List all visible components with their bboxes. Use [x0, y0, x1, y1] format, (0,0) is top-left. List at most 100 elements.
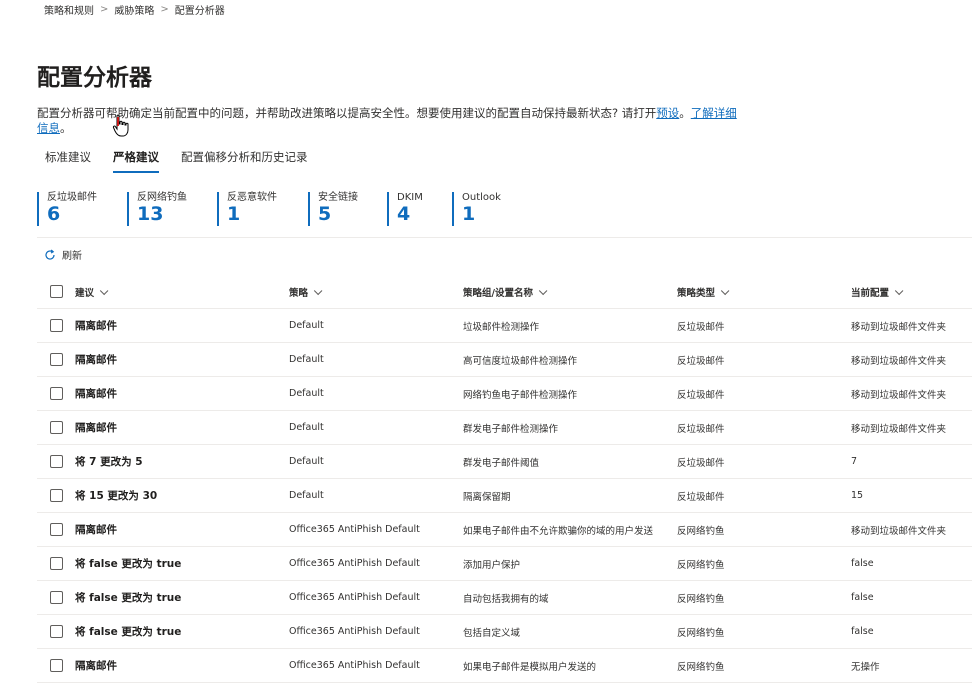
tab-strict[interactable]: 严格建议 — [113, 148, 159, 174]
breadcrumb-item-policies[interactable]: 策略和规则 — [44, 2, 94, 17]
policy-cell: Default — [289, 490, 324, 501]
policy-type-cell: 反垃圾邮件 — [677, 355, 725, 367]
current-config-cell: 移动到垃圾邮件文件夹 — [851, 355, 947, 367]
current-config-cell: 移动到垃圾邮件文件夹 — [851, 321, 947, 333]
policy-type-cell: 反垃圾邮件 — [677, 423, 725, 435]
stat-value: 6 — [47, 203, 61, 225]
recommendation-cell[interactable]: 将 7 更改为 5 — [75, 454, 289, 469]
tab-drift-history[interactable]: 配置偏移分析和历史记录 — [181, 148, 308, 174]
row-checkbox[interactable] — [50, 625, 63, 638]
stat-dkim[interactable]: DKIM 4 — [387, 192, 423, 226]
table-row[interactable]: 隔离邮件 Default 网络钓鱼电子邮件检测操作 反垃圾邮件 移动到垃圾邮件文件夹 — [37, 377, 972, 411]
row-checkbox[interactable] — [50, 319, 63, 332]
setting-cell: 添加用户保护 — [463, 559, 521, 571]
setting-cell: 群发电子邮件阈值 — [463, 457, 540, 469]
recommendation-cell[interactable]: 将 false 更改为 true — [75, 624, 289, 639]
table-row[interactable]: 将 15 更改为 30 Default 隔离保留期 反垃圾邮件 15 — [37, 479, 972, 513]
policy-cell: Default — [289, 354, 324, 365]
table-row[interactable]: 隔离邮件 Default 群发电子邮件检测操作 反垃圾邮件 移动到垃圾邮件文件夹 — [37, 411, 972, 445]
refresh-icon — [45, 249, 55, 260]
recommendation-cell[interactable]: 隔离邮件 — [75, 386, 289, 401]
table-row[interactable]: 隔离邮件 Default 垃圾邮件检测操作 反垃圾邮件 移动到垃圾邮件文件夹 — [37, 309, 972, 343]
chevron-down-icon — [720, 286, 730, 295]
chevron-down-icon — [313, 286, 323, 295]
tab-list: 标准建议 严格建议 配置偏移分析和历史记录 — [45, 148, 330, 174]
chevron-right-icon: > — [100, 4, 109, 15]
stat-antimalware[interactable]: 反恶意软件 1 — [217, 192, 277, 226]
stat-outlook[interactable]: Outlook 1 — [452, 192, 501, 226]
table-row[interactable]: 将 false 更改为 true Office365 AntiPhish Defa… — [37, 615, 972, 649]
policy-type-cell: 反垃圾邮件 — [677, 389, 725, 401]
policy-cell: Default — [289, 388, 324, 399]
column-header-current-config[interactable]: 当前配置 — [851, 285, 972, 299]
recommendation-cell[interactable]: 将 false 更改为 true — [75, 556, 289, 571]
row-checkbox[interactable] — [50, 421, 63, 434]
column-header-recommendation[interactable]: 建议 — [75, 285, 289, 299]
setting-cell: 如果电子邮件是模拟用户发送的 — [463, 661, 597, 673]
row-checkbox[interactable] — [50, 353, 63, 366]
policy-type-cell: 反网络钓鱼 — [677, 661, 725, 673]
stat-antiphish[interactable]: 反网络钓鱼 13 — [127, 192, 187, 226]
setting-cell: 自动包括我拥有的域 — [463, 593, 549, 605]
recommendation-cell[interactable]: 隔离邮件 — [75, 522, 289, 537]
policy-cell: Office365 AntiPhish Default — [289, 524, 420, 535]
current-config-cell: 移动到垃圾邮件文件夹 — [851, 525, 947, 537]
chevron-down-icon — [894, 286, 904, 295]
policy-type-cell: 反网络钓鱼 — [677, 525, 725, 537]
policy-type-cell: 反垃圾邮件 — [677, 457, 725, 469]
refresh-label: 刷新 — [62, 251, 82, 262]
policy-cell: Default — [289, 320, 324, 331]
stat-value: 13 — [137, 203, 164, 225]
setting-cell: 网络钓鱼电子邮件检测操作 — [463, 389, 578, 401]
stat-antispam[interactable]: 反垃圾邮件 6 — [37, 192, 97, 226]
page-title: 配置分析器 — [37, 65, 152, 91]
row-checkbox[interactable] — [50, 557, 63, 570]
policy-type-cell: 反网络钓鱼 — [677, 559, 725, 571]
recommendation-cell[interactable]: 隔离邮件 — [75, 352, 289, 367]
recommendation-cell[interactable]: 隔离邮件 — [75, 318, 289, 333]
breadcrumb-item-current: 配置分析器 — [174, 6, 225, 17]
column-header-policy-type[interactable]: 策略类型 — [677, 285, 851, 299]
table-header: 建议 策略 策略组/设置名称 策略类型 当前配置 — [37, 275, 972, 309]
row-checkbox[interactable] — [50, 387, 63, 400]
current-config-cell: false — [851, 592, 874, 603]
row-checkbox[interactable] — [50, 489, 63, 502]
select-all-checkbox[interactable] — [50, 285, 63, 298]
column-header-policy[interactable]: 策略 — [289, 285, 463, 299]
presets-link[interactable]: 预设 — [656, 106, 679, 120]
row-checkbox[interactable] — [50, 523, 63, 536]
recommendation-cell[interactable]: 隔离邮件 — [75, 420, 289, 435]
setting-cell: 包括自定义域 — [463, 627, 521, 639]
policy-type-cell: 反网络钓鱼 — [677, 627, 725, 639]
table-row[interactable]: 隔离邮件 Office365 AntiPhish Default 如果电子邮件由不允… — [37, 513, 972, 547]
breadcrumb-item-threat-policies[interactable]: 威胁策略 — [114, 2, 154, 17]
policy-cell: Default — [289, 456, 324, 467]
table-row[interactable]: 隔离邮件 Default 高可信度垃圾邮件检测操作 反垃圾邮件 移动到垃圾邮件文件夹 — [37, 343, 972, 377]
recommendation-cell[interactable]: 将 15 更改为 30 — [75, 488, 289, 503]
row-checkbox[interactable] — [50, 455, 63, 468]
table-row[interactable]: 将 7 更改为 5 Default 群发电子邮件阈值 反垃圾邮件 7 — [37, 445, 972, 479]
row-checkbox[interactable] — [50, 591, 63, 604]
current-config-cell: 7 — [851, 456, 858, 467]
tab-standard[interactable]: 标准建议 — [45, 148, 91, 174]
table-row[interactable]: 隔离邮件 Office365 AntiPhish Default 如果电子邮件是模拟… — [37, 649, 972, 683]
current-config-cell: 移动到垃圾邮件文件夹 — [851, 423, 947, 435]
recommendation-cell[interactable]: 隔离邮件 — [75, 658, 289, 673]
policy-cell: Office365 AntiPhish Default — [289, 626, 420, 637]
recommendation-cell[interactable]: 将 false 更改为 true — [75, 590, 289, 605]
setting-cell: 垃圾邮件检测操作 — [463, 321, 540, 333]
policy-type-cell: 反网络钓鱼 — [677, 593, 725, 605]
breadcrumb: 策略和规则 > 威胁策略 > 配置分析器 — [44, 2, 225, 17]
stat-safe-links[interactable]: 安全链接 5 — [308, 192, 358, 226]
table-body: 隔离邮件 Default 垃圾邮件检测操作 反垃圾邮件 移动到垃圾邮件文件夹 隔离邮件 De… — [37, 309, 972, 683]
current-config-cell: 移动到垃圾邮件文件夹 — [851, 389, 947, 401]
row-checkbox[interactable] — [50, 659, 63, 672]
chevron-down-icon — [99, 286, 109, 295]
table-row[interactable]: 将 false 更改为 true Office365 AntiPhish Defa… — [37, 547, 972, 581]
column-header-setting[interactable]: 策略组/设置名称 — [463, 285, 677, 299]
refresh-button[interactable]: 刷新 — [44, 247, 82, 262]
table-row[interactable]: 将 false 更改为 true Office365 AntiPhish Defa… — [37, 581, 972, 615]
chevron-down-icon — [538, 286, 548, 295]
policy-cell: Office365 AntiPhish Default — [289, 592, 420, 603]
current-config-cell: false — [851, 558, 874, 569]
